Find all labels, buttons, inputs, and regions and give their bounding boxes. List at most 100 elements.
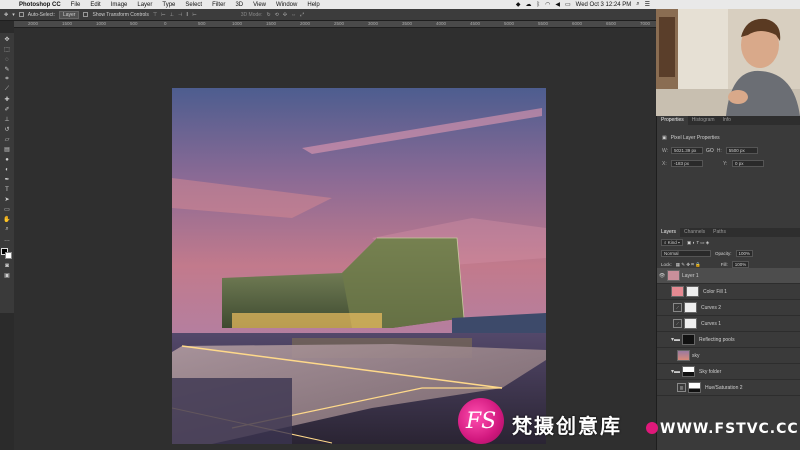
- layer-row[interactable]: 👁 Layer 1: [657, 268, 800, 284]
- pen-tool-icon[interactable]: ✒: [2, 175, 12, 184]
- align-middle-icon[interactable]: ⊢: [161, 12, 165, 18]
- transform-controls-checkbox[interactable]: [83, 12, 89, 17]
- folder-icon[interactable]: ▾▬: [671, 368, 680, 375]
- dropbox-icon[interactable]: ◆: [516, 1, 521, 8]
- crop-tool-icon[interactable]: ⌗: [2, 75, 12, 84]
- cloud-icon[interactable]: ☁: [525, 1, 531, 8]
- menu-filter[interactable]: Filter: [207, 2, 230, 8]
- layer-row[interactable]: ▥ Hue/Saturation 2: [657, 380, 800, 396]
- canvas-workarea[interactable]: [14, 28, 656, 450]
- dodge-tool-icon[interactable]: ◐: [2, 165, 12, 174]
- toolbox: ✥ ⬚ ◌ ✎ ⌗ ⟋ ✚ ✐ ⊥ ↺ ▱ ▤ ● ◐ ✒ T ➤ ▭ ✋ ⌕ …: [0, 33, 14, 313]
- height-label: H:: [716, 147, 722, 154]
- hand-tool-icon[interactable]: ✋: [2, 215, 12, 224]
- height-field[interactable]: 5500 px: [725, 147, 758, 154]
- filter-icons[interactable]: ▣ ◐ T ▭ ◈: [687, 240, 709, 246]
- blur-tool-icon[interactable]: ●: [2, 155, 12, 164]
- tab-properties[interactable]: Properties: [657, 116, 688, 125]
- layers-list: 👁 Layer 1 Color Fill 1 ⟋ Curves 2 ⟋ Curv…: [657, 268, 800, 396]
- layer-row[interactable]: ▾▬ Reflecting pools: [657, 332, 800, 348]
- align-bottom-icon[interactable]: ⊥: [170, 12, 174, 18]
- menu-window[interactable]: Window: [271, 2, 302, 8]
- align-left-icon[interactable]: ⊣: [178, 12, 182, 18]
- auto-select-dropdown[interactable]: Layer: [58, 10, 80, 19]
- bluetooth-icon[interactable]: ᛒ: [536, 2, 540, 8]
- menu-edit[interactable]: Edit: [85, 2, 105, 8]
- wifi-icon[interactable]: ◠: [545, 1, 550, 8]
- 3d-slide-icon[interactable]: ⇔: [291, 12, 296, 18]
- volume-icon[interactable]: ◀: [555, 1, 560, 8]
- background-color[interactable]: [5, 252, 12, 259]
- gradient-tool-icon[interactable]: ▤: [2, 145, 12, 154]
- opacity-field[interactable]: 100%: [735, 250, 754, 257]
- zoom-tool-icon[interactable]: ⌕: [2, 225, 12, 234]
- blend-mode-dropdown[interactable]: Normal: [661, 250, 711, 257]
- align-right-icon[interactable]: ⊢: [192, 12, 196, 18]
- menu-3d[interactable]: 3D: [230, 2, 248, 8]
- tab-info[interactable]: Info: [719, 116, 735, 125]
- quick-mask-icon[interactable]: ◙: [2, 261, 12, 270]
- battery-icon[interactable]: ▭: [565, 1, 571, 8]
- eraser-tool-icon[interactable]: ▱: [2, 135, 12, 144]
- eyedropper-tool-icon[interactable]: ⟋: [2, 85, 12, 94]
- layer-row[interactable]: ⟋ Curves 2: [657, 300, 800, 316]
- menu-type[interactable]: Type: [157, 2, 180, 8]
- tool-preset-dropdown[interactable]: ▾: [12, 12, 15, 18]
- tab-channels[interactable]: Channels: [680, 228, 709, 237]
- lock-icons[interactable]: ▦ ✎ ✥ ⌗ 🔒: [676, 262, 701, 268]
- 3d-scale-icon[interactable]: ⤢: [300, 12, 304, 18]
- menu-list-icon[interactable]: ☰: [645, 1, 650, 8]
- tab-paths[interactable]: Paths: [709, 228, 730, 237]
- align-center-icon[interactable]: ‖: [186, 12, 188, 18]
- layer-row[interactable]: ⟋ Curves 1: [657, 316, 800, 332]
- 3d-pan-icon[interactable]: ✣: [283, 12, 287, 18]
- y-field[interactable]: 0 px: [732, 160, 764, 167]
- layer-row[interactable]: ▾▬ Sky folder: [657, 364, 800, 380]
- color-swatches[interactable]: [1, 248, 13, 260]
- auto-select-checkbox[interactable]: [18, 12, 24, 17]
- shape-tool-icon[interactable]: ▭: [2, 205, 12, 214]
- fill-field[interactable]: 100%: [731, 261, 750, 268]
- type-tool-icon[interactable]: T: [2, 185, 12, 194]
- x-field[interactable]: -183 px: [671, 160, 703, 167]
- tab-histogram[interactable]: Histogram: [688, 116, 719, 125]
- ruler-tick-label: 1500: [62, 21, 73, 26]
- path-select-tool-icon[interactable]: ➤: [2, 195, 12, 204]
- menu-image[interactable]: Image: [106, 2, 133, 8]
- folder-icon[interactable]: ▾▬: [671, 336, 680, 343]
- layer-kind-filter[interactable]: ⌕ Kind ▾: [661, 239, 683, 246]
- link-dimensions-button[interactable]: GO: [706, 148, 714, 154]
- brush-tool-icon[interactable]: ✐: [2, 105, 12, 114]
- 3d-rotate-icon[interactable]: ↻: [266, 12, 270, 18]
- properties-title: Pixel Layer Properties: [670, 135, 720, 141]
- menu-view[interactable]: View: [248, 2, 271, 8]
- transform-controls-label: Show Transform Controls: [92, 11, 149, 18]
- layer-row[interactable]: sky: [657, 348, 800, 364]
- document-canvas[interactable]: [172, 88, 546, 444]
- layer-row[interactable]: Color Fill 1: [657, 284, 800, 300]
- lasso-tool-icon[interactable]: ◌: [2, 55, 12, 64]
- quick-select-tool-icon[interactable]: ✎: [2, 65, 12, 74]
- width-field[interactable]: 5021.39 px: [671, 147, 703, 154]
- menu-layer[interactable]: Layer: [132, 2, 157, 8]
- stamp-tool-icon[interactable]: ⊥: [2, 115, 12, 124]
- menu-help[interactable]: Help: [302, 2, 324, 8]
- move-tool-icon[interactable]: ✥: [2, 35, 12, 44]
- screen-mode-icon[interactable]: ▣: [2, 271, 12, 280]
- marquee-tool-icon[interactable]: ⬚: [2, 45, 12, 54]
- ruler-horizontal[interactable]: 2000 1500 1000 500 0 500 1000 1500 2000 2500 3000 3…: [14, 21, 656, 28]
- tab-layers[interactable]: Layers: [657, 228, 681, 237]
- menu-app-name[interactable]: Photoshop CC: [14, 2, 66, 8]
- more-tools-icon[interactable]: …: [2, 235, 12, 244]
- menu-select[interactable]: Select: [180, 2, 207, 8]
- align-top-icon[interactable]: ⊤: [153, 12, 157, 18]
- 3d-roll-icon[interactable]: ⟲: [275, 12, 279, 18]
- clock[interactable]: Wed Oct 3 12:24 PM: [576, 2, 632, 8]
- search-icon[interactable]: ⌕: [636, 1, 639, 8]
- history-brush-icon[interactable]: ↺: [2, 125, 12, 134]
- move-tool-icon[interactable]: ✥: [4, 12, 8, 18]
- visibility-eye-icon[interactable]: 👁: [657, 273, 667, 279]
- group-mask-thumbnail: [682, 366, 695, 377]
- menu-file[interactable]: File: [66, 2, 86, 8]
- healing-tool-icon[interactable]: ✚: [2, 95, 12, 104]
